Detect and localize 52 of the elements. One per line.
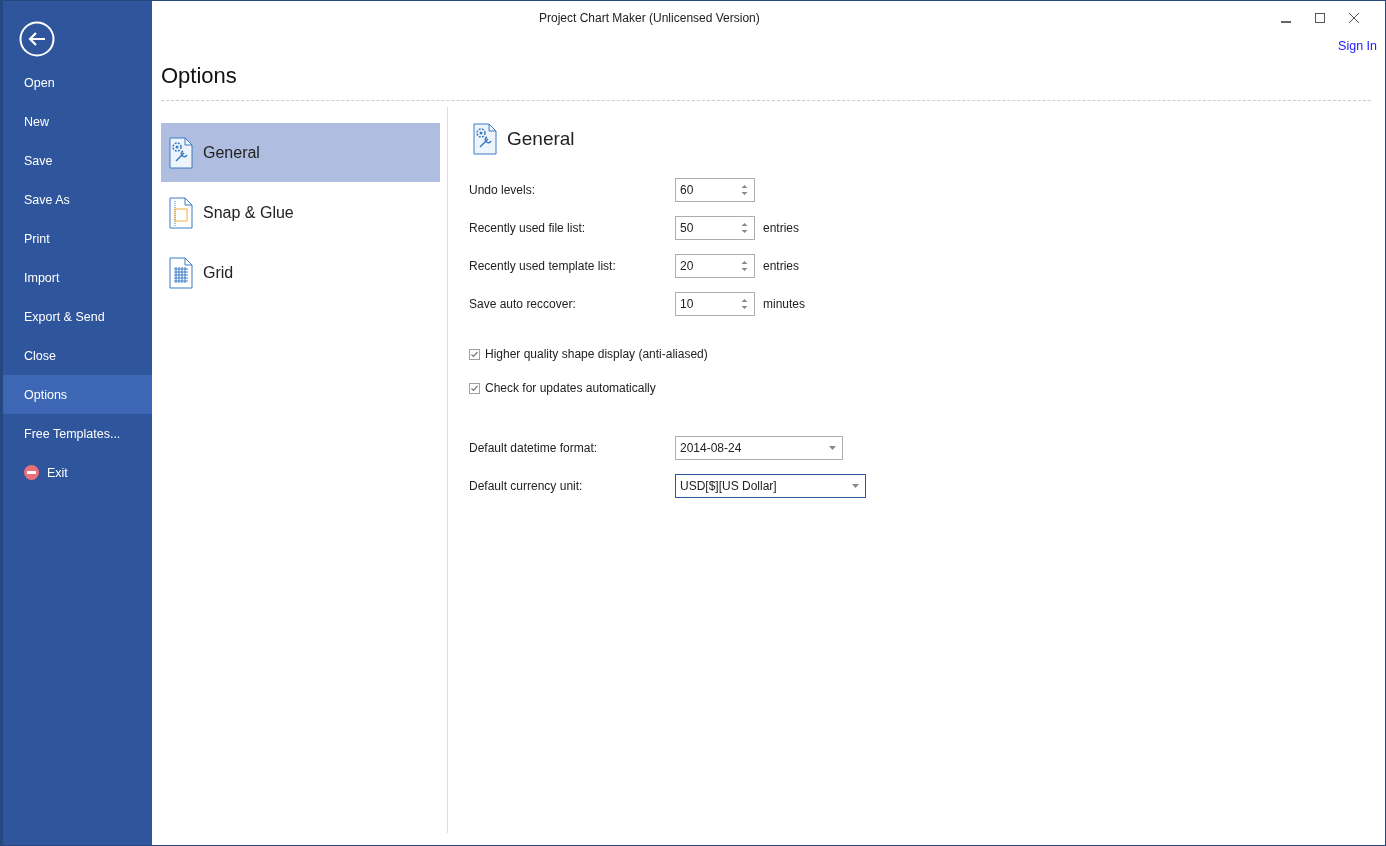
minimize-icon <box>1281 21 1291 23</box>
grid-document-icon <box>169 256 193 289</box>
window-title: Project Chart Maker (Unlicensed Version) <box>539 11 760 25</box>
category-item[interactable]: General <box>161 123 440 182</box>
unit-label: minutes <box>763 297 806 311</box>
spin-field[interactable]: 60 <box>675 178 755 202</box>
caret-icon <box>852 484 859 488</box>
unit-label: entries <box>763 259 800 273</box>
gear-document-icon <box>473 123 497 155</box>
sidebar-item[interactable]: Export & Send <box>3 297 152 336</box>
spin-field[interactable]: 10 <box>675 292 755 316</box>
field-label: Undo levels: <box>469 183 537 197</box>
sidebar-item[interactable]: Options <box>3 375 152 414</box>
spinner-arrows-icon[interactable] <box>741 298 748 310</box>
maximize-icon <box>1314 12 1326 24</box>
checkbox[interactable] <box>469 382 480 394</box>
sidebar-item[interactable]: Open <box>3 63 152 102</box>
field-label: Default currency unit: <box>469 479 584 493</box>
checkbox-label: Higher quality shape display (anti-aliased) <box>485 347 708 361</box>
close-icon <box>1348 12 1360 24</box>
sidebar-item[interactable]: New <box>3 102 152 141</box>
field-label: Save auto reccover: <box>469 297 577 311</box>
spin-field[interactable]: 20 <box>675 254 755 278</box>
unit-label: entries <box>763 221 800 235</box>
spinner-arrows-icon[interactable] <box>741 260 748 272</box>
dropdown[interactable]: USD[$][US Dollar] <box>675 474 866 498</box>
spinner-arrows-icon[interactable] <box>741 184 748 196</box>
sign-in-link[interactable]: Sign In <box>1338 39 1377 53</box>
sidebar-item[interactable]: Save As <box>3 180 152 219</box>
sidebar-item[interactable]: Print <box>3 219 152 258</box>
stop-icon <box>24 465 39 480</box>
sidebar-item[interactable]: Exit <box>3 453 152 492</box>
page-title: Options <box>161 63 238 90</box>
back-icon[interactable] <box>19 21 55 57</box>
sidebar-item[interactable]: Import <box>3 258 152 297</box>
sidebar-item[interactable]: Save <box>3 141 152 180</box>
spinner-arrows-icon[interactable] <box>741 222 748 234</box>
gear-document-icon <box>169 136 193 169</box>
sidebar-item[interactable]: Close <box>3 336 152 375</box>
dropdown[interactable]: 2014-08-24 <box>675 436 843 460</box>
field-label: Recently used file list: <box>469 221 587 235</box>
caret-icon <box>829 446 836 450</box>
checkbox-label: Check for updates automatically <box>485 381 656 395</box>
checkbox[interactable] <box>469 348 480 360</box>
sidebar-item[interactable]: Free Templates... <box>3 414 152 453</box>
category-item[interactable]: Grid <box>161 243 440 302</box>
field-label: Default datetime format: <box>469 441 599 455</box>
field-label: Recently used template list: <box>469 259 617 273</box>
category-item[interactable]: Snap & Glue <box>161 183 440 242</box>
section-title: General <box>507 128 575 150</box>
snap-document-icon <box>169 196 193 229</box>
spin-field[interactable]: 50 <box>675 216 755 240</box>
